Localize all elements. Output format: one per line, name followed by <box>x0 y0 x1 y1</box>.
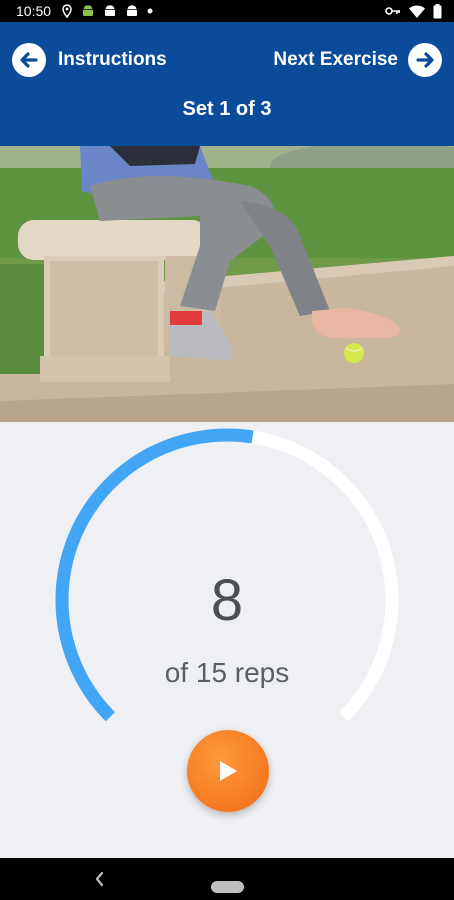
system-icons <box>385 0 442 22</box>
system-nav-bar <box>0 858 454 900</box>
instructions-button[interactable]: Instructions <box>12 40 167 80</box>
chevron-left-icon[interactable] <box>90 868 110 890</box>
set-indicator: Set 1 of 3 <box>182 98 272 120</box>
arrow-right-circle-icon <box>408 43 442 77</box>
exercise-image <box>0 146 454 422</box>
android-icon <box>127 5 138 16</box>
status-time: 10:50 <box>16 3 52 19</box>
next-exercise-label: Next Exercise <box>273 49 398 70</box>
rep-progress: 8 of 15 reps <box>0 422 454 858</box>
play-icon <box>220 761 237 781</box>
status-bar: 10:50 <box>0 0 454 22</box>
battery-icon <box>433 3 442 18</box>
arrow-left-circle-icon <box>12 43 46 77</box>
exercise-header: Instructions Next Exercise Set 1 of 3 <box>0 22 454 146</box>
android-icon <box>83 5 94 16</box>
current-rep-count: 8 <box>210 568 244 633</box>
dot-icon <box>147 8 153 14</box>
next-exercise-button[interactable]: Next Exercise <box>273 40 442 80</box>
key-icon <box>385 7 400 15</box>
location-icon <box>62 4 72 18</box>
total-reps-label: of 15 reps <box>164 657 290 688</box>
android-icon <box>105 5 116 16</box>
wifi-icon <box>409 4 425 18</box>
play-button[interactable] <box>187 730 269 812</box>
instructions-label: Instructions <box>58 49 167 70</box>
notification-icons <box>61 4 153 18</box>
home-button[interactable] <box>211 881 244 893</box>
